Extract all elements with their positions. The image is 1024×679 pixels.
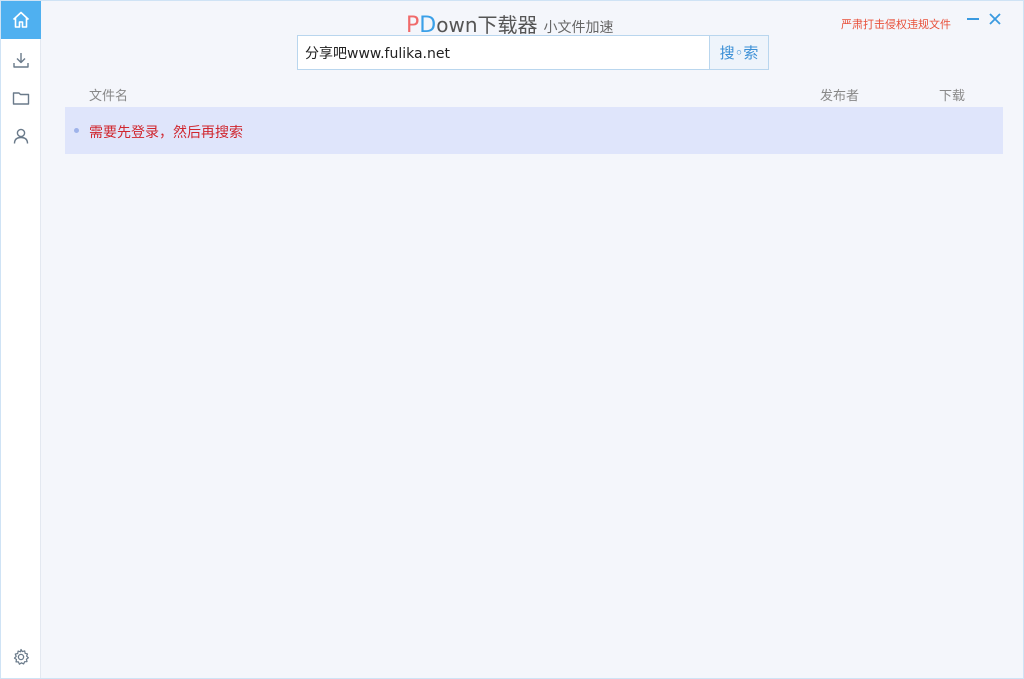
folder-icon bbox=[12, 92, 30, 105]
app-title: P D own下载器 小文件加速 bbox=[406, 9, 614, 38]
column-header-filename[interactable]: 文件名 bbox=[89, 85, 128, 104]
search-field[interactable] bbox=[297, 35, 709, 70]
user-icon bbox=[13, 128, 29, 144]
close-icon bbox=[989, 13, 1001, 25]
app-subtitle: 小文件加速 bbox=[543, 20, 614, 36]
sidebar-item-settings[interactable] bbox=[1, 638, 41, 676]
notice-link[interactable]: 严肃打击侵权违规文件 bbox=[841, 16, 951, 32]
search-button[interactable]: 搜◦索 bbox=[709, 35, 769, 70]
sidebar-item-home[interactable] bbox=[1, 1, 41, 39]
column-header-download[interactable]: 下载 bbox=[939, 85, 965, 104]
table-row[interactable]: 需要先登录，然后再搜索 bbox=[65, 107, 1003, 154]
row-bullet bbox=[74, 128, 79, 133]
sidebar bbox=[1, 1, 41, 678]
login-required-message: 需要先登录，然后再搜索 bbox=[89, 125, 243, 141]
close-button[interactable] bbox=[986, 9, 1004, 29]
home-icon bbox=[12, 11, 30, 28]
sidebar-item-folder[interactable] bbox=[1, 79, 41, 117]
app-window: P D own下载器 小文件加速 严肃打击侵权违规文件 搜◦索 文件名 发布者 … bbox=[0, 0, 1024, 679]
download-icon bbox=[13, 53, 29, 68]
search-input[interactable] bbox=[305, 44, 709, 61]
title-text: own下载器 bbox=[436, 13, 538, 37]
sidebar-item-download[interactable] bbox=[1, 41, 41, 79]
column-header-publisher[interactable]: 发布者 bbox=[820, 85, 859, 104]
minimize-icon bbox=[967, 18, 979, 20]
sidebar-item-user[interactable] bbox=[1, 117, 41, 155]
minimize-button[interactable] bbox=[964, 9, 982, 29]
gear-icon bbox=[13, 648, 29, 665]
